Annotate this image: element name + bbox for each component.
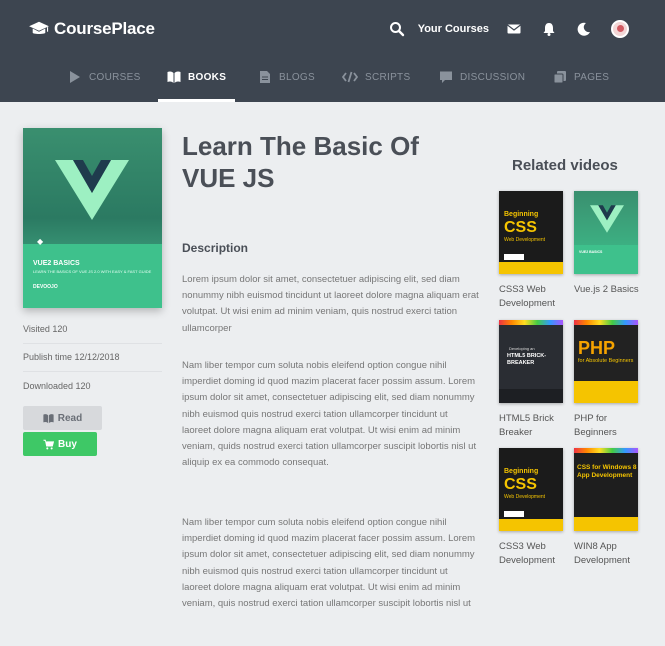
video-thumbnail[interactable]: Developing an HTML5 BRICK-BREAKER — [499, 320, 563, 403]
thumb-big-text: CSS — [504, 476, 537, 493]
read-label: Read — [57, 412, 83, 424]
header-tools: Your Courses — [389, 18, 629, 40]
video-title[interactable]: HTML5 Brick Breaker — [499, 412, 567, 440]
thumb-label: VUE2 BASICS — [579, 250, 603, 254]
video-thumbnail[interactable]: Beginning CSS Web Development — [499, 448, 563, 531]
video-title[interactable]: WIN8 App Development — [574, 540, 642, 568]
thumb-subtitle: Web Development — [504, 237, 546, 243]
pages-icon — [553, 71, 566, 84]
visited-count: Visited 120 — [23, 324, 162, 344]
book-open-icon — [43, 413, 54, 423]
cover-title: VUE2 BASICS — [33, 260, 80, 267]
related-video-item[interactable]: Developing an HTML5 BRICK-BREAKER HTML5 … — [499, 320, 567, 440]
video-thumbnail[interactable]: Beginning CSS Web Development — [499, 191, 563, 274]
user-avatar[interactable] — [611, 20, 629, 38]
mail-icon[interactable] — [506, 21, 522, 37]
related-videos-heading: Related videos — [512, 157, 618, 174]
nav-discussion[interactable]: DISCUSSION — [439, 71, 526, 102]
main-nav: COURSES BOOKS BLOGS SCRIPTS DISCUSSION P… — [0, 60, 665, 102]
related-video-item[interactable]: PHP for Absolute Beginners PHP for Begin… — [574, 320, 642, 440]
your-courses-link[interactable]: Your Courses — [418, 23, 489, 35]
nav-courses-label: COURSES — [89, 72, 141, 83]
thumb-subtitle: Web Development — [504, 494, 546, 500]
cover-diamond-icon: ◆ — [37, 237, 44, 246]
play-icon — [70, 71, 80, 83]
cover-band — [23, 244, 162, 308]
book-cover: ◆ VUE2 BASICS LEARN THE BASICS OF VUE JS… — [23, 128, 162, 308]
buy-button[interactable]: Buy — [23, 432, 97, 456]
thumb-heading: Beginning — [504, 211, 539, 218]
code-icon — [342, 71, 358, 83]
video-thumbnail[interactable]: VUE2 BASICS — [574, 191, 638, 274]
brand-name: CoursePlace — [54, 19, 155, 38]
thumb-line2: HTML5 BRICK-BREAKER — [507, 353, 547, 366]
description-paragraph: Lorem ipsum dolor sit amet, consectetuer… — [182, 274, 479, 334]
brand-logo[interactable]: CoursePlace — [28, 18, 155, 40]
top-header: CoursePlace Your Courses COURSES BOOKS B… — [0, 0, 665, 102]
related-video-item[interactable]: Beginning CSS Web Development CSS3 Web D… — [499, 448, 567, 568]
thumb-big-text: PHP — [578, 338, 616, 358]
related-video-item[interactable]: Beginning CSS Web Development CSS3 Web D… — [499, 191, 567, 311]
book-open-icon — [167, 71, 181, 83]
video-title[interactable]: PHP for Beginners — [574, 412, 642, 440]
thumb-big-text: CSS — [504, 219, 537, 236]
downloaded-count: Downloaded 120 — [23, 381, 91, 391]
thumb-line1: Developing an — [509, 346, 535, 351]
nav-scripts-label: SCRIPTS — [365, 72, 411, 83]
related-video-item[interactable]: CSS for Windows 8 App Development WIN8 A… — [574, 448, 642, 568]
nav-pages[interactable]: PAGES — [553, 71, 610, 102]
nav-blogs-label: BLOGS — [279, 72, 315, 83]
related-video-item[interactable]: VUE2 BASICS Vue.js 2 Basics — [574, 191, 642, 297]
nav-discussion-label: DISCUSSION — [460, 72, 526, 83]
video-title[interactable]: CSS3 Web Development — [499, 540, 567, 568]
search-icon[interactable] — [389, 21, 405, 37]
nav-courses[interactable]: COURSES — [68, 71, 141, 102]
read-button[interactable]: Read — [23, 406, 102, 430]
moon-icon[interactable] — [576, 21, 592, 37]
description-paragraph: Nam liber tempor cum soluta nobis eleife… — [182, 360, 477, 469]
nav-scripts[interactable]: SCRIPTS — [342, 71, 411, 102]
vue-logo-icon — [55, 160, 129, 220]
video-thumbnail[interactable]: CSS for Windows 8 App Development — [574, 448, 638, 531]
description-paragraph: Nam liber tempor cum soluta nobis eleife… — [182, 517, 476, 610]
video-title[interactable]: CSS3 Web Development — [499, 283, 567, 311]
thumb-text: CSS for Windows 8 App Development — [577, 464, 637, 479]
cart-icon — [43, 439, 55, 449]
chat-bubble-icon — [440, 71, 452, 83]
nav-blogs[interactable]: BLOGS — [258, 71, 315, 102]
nav-books-label: BOOKS — [188, 72, 227, 83]
description-heading: Description — [182, 241, 249, 255]
video-thumbnail[interactable]: PHP for Absolute Beginners — [574, 320, 638, 403]
nav-pages-label: PAGES — [574, 72, 610, 83]
graduation-cap-icon — [29, 21, 49, 34]
publish-time: Publish time 12/12/2018 — [23, 352, 162, 372]
nav-books[interactable]: BOOKS — [157, 71, 236, 102]
bell-icon[interactable] — [541, 21, 557, 37]
cover-publisher: DEVOOJO — [33, 284, 58, 290]
cover-subtitle: LEARN THE BASICS OF VUE JS 2.0 WITH EASY… — [33, 269, 152, 274]
video-title[interactable]: Vue.js 2 Basics — [574, 283, 642, 297]
thumb-subtitle: for Absolute Beginners — [578, 358, 634, 364]
document-icon — [260, 71, 270, 83]
buy-label: Buy — [58, 438, 77, 450]
book-title: Learn The Basic Of VUE JS — [182, 131, 419, 193]
thumb-heading: Beginning — [504, 468, 539, 475]
vue-logo-icon — [590, 205, 624, 233]
